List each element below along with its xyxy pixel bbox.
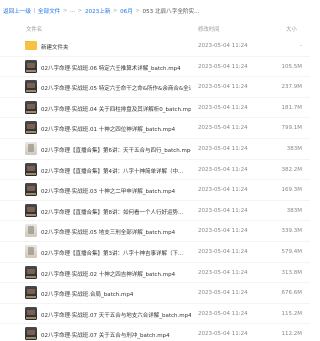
file-row[interactable]: 02八字命理·实战班.合局_batch.mp4 2023-05-04 11:24 6…: [0, 283, 310, 304]
file-modified-time: 2023-05-04 11:24: [198, 207, 248, 214]
file-name[interactable]: 02八字命理·实战班.04 关于四柱排盘及其详解析0_batch.mp4: [41, 105, 191, 113]
file-name[interactable]: 02八字命理【直播合集】第4讲：八字十神简单详解（中...: [41, 167, 191, 175]
column-header-time[interactable]: 修改时间: [198, 25, 220, 33]
file-name[interactable]: 02八字命理【直播合集】第3讲：八字十神吉事详解（下...: [41, 249, 191, 257]
file-size: 383M: [286, 145, 302, 152]
file-modified-time: 2023-05-04 11:24: [198, 269, 248, 276]
file-name[interactable]: 02八字命理·实战班.05 特定六壬命干之命&所作&余商合&全详解_batch.…: [41, 84, 191, 92]
file-row[interactable]: 02八字命理【直播合集】第3讲：八字十神吉事详解（下... 2023-05-04 …: [0, 242, 310, 263]
file-modified-time: 2023-05-04 11:24: [198, 310, 248, 317]
file-name[interactable]: 02八字命理·实战班.01 十神之四位神详解_batch.mp4: [41, 125, 191, 133]
breadcrumb-all-files[interactable]: 全部文件: [38, 7, 60, 15]
file-row[interactable]: 02八字命理·实战班.03 十神之二甲申详解_batch.mp4 2023-05-…: [0, 180, 310, 201]
file-modified-time: 2023-05-04 11:24: [198, 166, 248, 173]
file-size: 676.6M: [281, 290, 303, 297]
file-name[interactable]: 02八字命理·实战班.03 十神之二甲申详解_batch.mp4: [41, 187, 191, 195]
file-modified-time: 2023-05-04 11:24: [198, 187, 248, 194]
back-link[interactable]: 返回上一级: [3, 7, 31, 15]
video-thumbnail-icon: [25, 327, 37, 341]
video-thumbnail-icon: [25, 141, 37, 155]
file-row[interactable]: 02八字命理【直播合集】第4讲：八字十神简单详解（中... 2023-05-04 …: [0, 160, 310, 181]
file-name[interactable]: 02八字命理·实战班.07 天干五合与地支六合详解_batch.mp4: [41, 311, 191, 319]
file-row[interactable]: 新建文件夹 2023-05-04 11:24 -: [0, 36, 310, 57]
video-thumbnail-icon: [25, 100, 37, 114]
file-list: 新建文件夹 2023-05-04 11:24 - 02八字命理·实战班.06 特定六壬…: [0, 36, 310, 341]
table-header: 文件名 修改时间 大小: [0, 22, 310, 36]
video-thumbnail-icon: [25, 59, 37, 73]
breadcrumb-separator: |: [33, 8, 36, 14]
file-size: -: [300, 43, 302, 49]
file-row[interactable]: 02八字命理·实战班.07 天干五合与地支六合详解_batch.mp4 2023-…: [0, 304, 310, 325]
file-size: 115.2M: [281, 310, 303, 317]
file-row[interactable]: 02八字命理·实战班.06 特定六壬推算术详解_batch.mp4 2023-05…: [0, 57, 310, 78]
file-name[interactable]: 02八字命理·实战班.合局_batch.mp4: [41, 290, 191, 298]
breadcrumb-06[interactable]: 06月: [120, 7, 133, 15]
file-modified-time: 2023-05-04 11:24: [198, 228, 248, 235]
video-thumbnail-icon: [25, 306, 37, 320]
file-size: 169.3M: [281, 187, 303, 194]
folder-icon: [25, 41, 37, 50]
file-size: 339.3M: [281, 228, 303, 235]
file-size: 382.2M: [281, 166, 303, 173]
video-thumbnail-icon: [25, 286, 37, 300]
file-modified-time: 2023-05-04 11:24: [198, 125, 248, 132]
file-name[interactable]: 02八字命理【直播合集】第8讲：如何看一个人行好运势...: [41, 208, 191, 216]
file-size: 313.8M: [281, 269, 303, 276]
file-name[interactable]: 02八字命理·实战班.06 特定六壬推算术详解_batch.mp4: [41, 64, 191, 72]
breadcrumb-separator: >: [62, 8, 68, 14]
file-modified-time: 2023-05-04 11:24: [198, 248, 248, 255]
breadcrumb-separator: >: [77, 8, 83, 14]
file-name[interactable]: 02八字命理·实战班.07 关于五合与刑冲_batch.mp4: [41, 331, 191, 339]
video-thumbnail-icon: [25, 121, 37, 135]
file-modified-time: 2023-05-04 11:24: [198, 43, 248, 49]
column-header-name[interactable]: 文件名: [26, 25, 42, 33]
file-row[interactable]: 02八字命理·实战班.04 关于四柱排盘及其详解析0_batch.mp4 2023…: [0, 98, 310, 119]
column-header-size[interactable]: 大小: [286, 25, 297, 33]
file-modified-time: 2023-05-04 11:24: [198, 84, 248, 91]
file-name[interactable]: 新建文件夹: [41, 43, 191, 51]
breadcrumb: 返回上一级 | 全部文件 > ... > 2023上新 > 06月 > 053 …: [0, 0, 310, 22]
file-size: 237.9M: [281, 84, 303, 91]
video-thumbnail-icon: [25, 183, 37, 197]
file-modified-time: 2023-05-04 11:24: [198, 331, 248, 338]
video-thumbnail-icon: [25, 203, 37, 217]
file-modified-time: 2023-05-04 11:24: [198, 145, 248, 152]
file-row[interactable]: 02八字命理【直播合集】第6讲：天干五合与四行_batch.mp4 2023-05…: [0, 139, 310, 160]
video-thumbnail-icon: [25, 162, 37, 176]
breadcrumb-current: 053 北辰八字全阶实...: [142, 9, 200, 15]
file-name[interactable]: 02八字命理·实战班.05 地支三刑全部详解_batch.mp4: [41, 228, 191, 236]
file-name[interactable]: 02八字命理【直播合集】第6讲：天干五合与四行_batch.mp4: [41, 146, 191, 154]
file-row[interactable]: 02八字命理·实战班.07 关于五合与刑冲_batch.mp4 2023-05-0…: [0, 324, 310, 341]
file-size: 799.1M: [281, 125, 303, 132]
file-row[interactable]: 02八字命理·实战班.02 十神之四吉神详解_batch.mp4 2023-05-…: [0, 263, 310, 284]
file-name[interactable]: 02八字命理·实战班.02 十神之四吉神详解_batch.mp4: [41, 270, 191, 278]
file-modified-time: 2023-05-04 11:24: [198, 290, 248, 297]
video-thumbnail-icon: [25, 80, 37, 94]
file-size: 112.2M: [281, 331, 303, 338]
file-row[interactable]: 02八字命理·实战班.05 特定六壬命干之命&所作&余商合&全详解_batch.…: [0, 77, 310, 98]
file-size: 383M: [286, 207, 302, 214]
file-size: 579.4M: [281, 248, 303, 255]
video-thumbnail-icon: [25, 224, 37, 238]
file-size: 181.7M: [281, 104, 303, 111]
file-modified-time: 2023-05-04 11:24: [198, 63, 248, 70]
breadcrumb-separator: >: [112, 8, 118, 14]
breadcrumb-separator: >: [135, 8, 141, 14]
file-row[interactable]: 02八字命理·实战班.01 十神之四位神详解_batch.mp4 2023-05-…: [0, 118, 310, 139]
file-size: 105.5M: [281, 63, 303, 70]
file-modified-time: 2023-05-04 11:24: [198, 104, 248, 111]
video-thumbnail-icon: [25, 265, 37, 279]
file-row[interactable]: 02八字命理【直播合集】第8讲：如何看一个人行好运势... 2023-05-04 …: [0, 201, 310, 222]
file-row[interactable]: 02八字命理·实战班.05 地支三刑全部详解_batch.mp4 2023-05-…: [0, 221, 310, 242]
video-thumbnail-icon: [25, 244, 37, 258]
breadcrumb-2023[interactable]: 2023上新: [85, 7, 110, 15]
breadcrumb-ellipsis[interactable]: ...: [70, 8, 75, 14]
